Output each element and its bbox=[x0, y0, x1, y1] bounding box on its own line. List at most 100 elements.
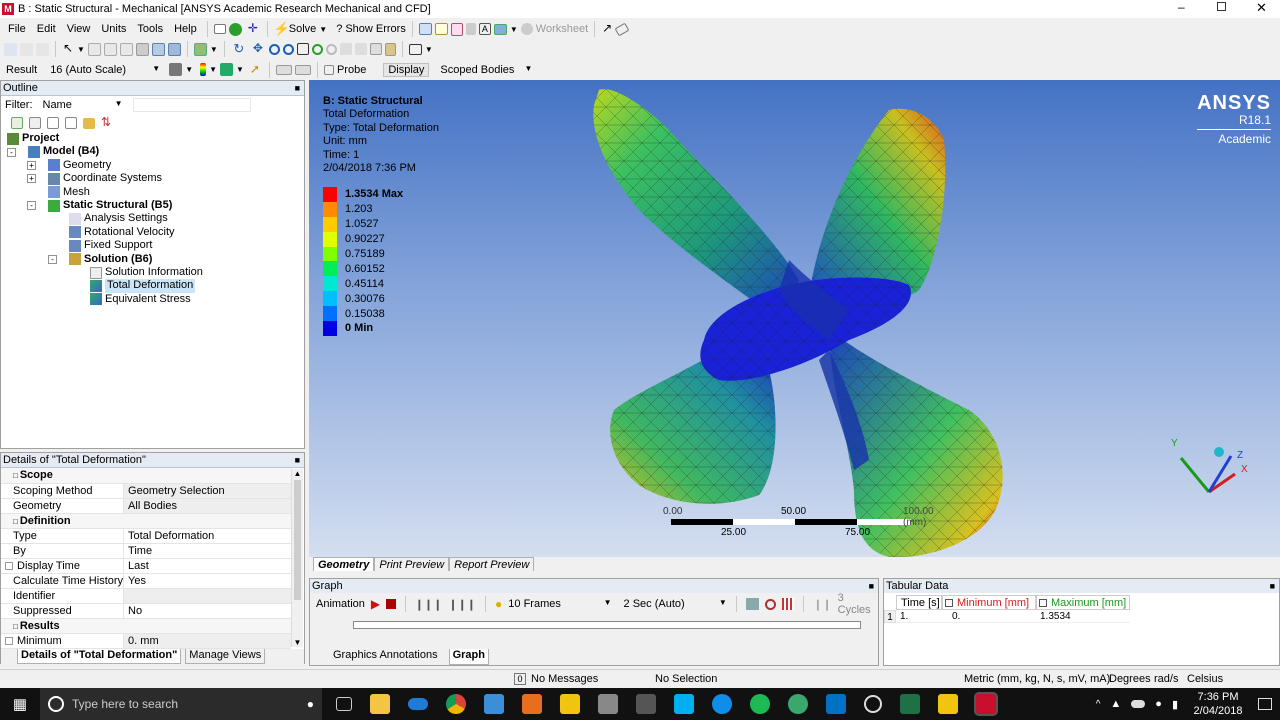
layout-dropdown-icon[interactable]: ▼ bbox=[425, 45, 433, 54]
collapse-icon[interactable]: - bbox=[27, 201, 36, 211]
expand-all-icon[interactable] bbox=[11, 117, 23, 129]
task-view-icon[interactable] bbox=[336, 697, 352, 711]
tab-geometry[interactable]: Geometry bbox=[313, 557, 375, 571]
notifications-icon[interactable] bbox=[1258, 698, 1272, 710]
collapse-icon[interactable]: - bbox=[7, 147, 16, 157]
select-mode-icon[interactable] bbox=[4, 42, 17, 56]
details-row[interactable]: Display Time Last bbox=[1, 558, 291, 574]
move-icon[interactable]: ✛ bbox=[245, 21, 261, 37]
app-blue-icon[interactable] bbox=[484, 694, 504, 714]
vertex-icon[interactable] bbox=[87, 42, 101, 56]
pointer-dropdown-icon[interactable]: ▼ bbox=[77, 45, 85, 54]
tab-print-preview[interactable]: Print Preview bbox=[374, 557, 450, 571]
windows-start-icon[interactable]: ▦ bbox=[0, 695, 40, 713]
flag-icon[interactable] bbox=[465, 23, 476, 35]
expand-icon[interactable]: + bbox=[27, 174, 36, 184]
pointer-icon[interactable]: ↖ bbox=[62, 41, 74, 57]
details-row[interactable]: Suppressed No bbox=[1, 603, 291, 619]
pin-icon[interactable]: ■ bbox=[869, 579, 874, 593]
max-label-icon[interactable] bbox=[275, 64, 292, 75]
details-scrollbar[interactable]: ▲ ▼ bbox=[291, 469, 303, 647]
propeller-model[interactable] bbox=[309, 80, 1280, 557]
folder-icon[interactable] bbox=[83, 117, 95, 129]
tag-icon[interactable] bbox=[614, 22, 630, 36]
zoom-fit-icon[interactable] bbox=[296, 43, 309, 55]
ansys-icon[interactable] bbox=[938, 694, 958, 714]
menu-help[interactable]: Help bbox=[174, 23, 197, 35]
show-errors-button[interactable]: ? Show Errors bbox=[336, 23, 406, 35]
magnifier-icon[interactable] bbox=[311, 43, 323, 55]
tree-item-solution-information[interactable]: Solution Information bbox=[7, 266, 304, 279]
tree-item-solution[interactable]: - Solution (B6) bbox=[7, 253, 304, 266]
animation-timeline[interactable] bbox=[353, 621, 861, 629]
text-icon[interactable]: A bbox=[478, 23, 491, 35]
report-icon[interactable] bbox=[450, 22, 463, 36]
frames-icon[interactable]: ❙❙❙ bbox=[415, 598, 443, 611]
tab-graphics-annotations[interactable]: Graphics Annotations bbox=[330, 649, 441, 665]
filter-input[interactable] bbox=[132, 98, 251, 112]
settings-app-icon[interactable] bbox=[864, 695, 882, 713]
scoped-bodies-select[interactable]: Scoped Bodies ▼ bbox=[440, 64, 532, 76]
min-label-icon[interactable] bbox=[294, 64, 311, 75]
tab-graph[interactable]: Graph bbox=[448, 649, 489, 665]
solve-icon[interactable]: ⚡ bbox=[274, 21, 290, 37]
isometric-icon[interactable] bbox=[354, 43, 367, 55]
menu-edit[interactable]: Edit bbox=[37, 23, 56, 35]
probe-icon[interactable] bbox=[323, 64, 334, 75]
collapse-icon[interactable]: - bbox=[48, 254, 57, 264]
temp-status[interactable]: Celsius bbox=[1187, 673, 1223, 685]
maximize-button[interactable] bbox=[1217, 2, 1226, 11]
tree-item-project[interactable]: Project bbox=[7, 132, 304, 145]
wifi-icon[interactable]: ● bbox=[1155, 698, 1162, 710]
export-video-icon[interactable] bbox=[745, 598, 760, 610]
worksheet-button[interactable]: Worksheet bbox=[536, 23, 588, 35]
music-app-icon[interactable] bbox=[788, 694, 808, 714]
tree-item-fixed-support[interactable]: Fixed Support bbox=[7, 239, 304, 252]
tab-manage-views[interactable]: Manage Views bbox=[185, 649, 266, 664]
zoom-box-icon[interactable] bbox=[282, 43, 294, 55]
spotify-icon[interactable] bbox=[750, 694, 770, 714]
expand-icon[interactable] bbox=[47, 117, 59, 129]
scale-select[interactable]: 16 (Auto Scale) ▼ bbox=[50, 64, 160, 76]
onedrive-tray-icon[interactable] bbox=[1131, 700, 1146, 708]
geometry-display-icon[interactable] bbox=[169, 63, 183, 76]
display-button[interactable]: Display bbox=[383, 62, 430, 77]
edges-dropdown-icon[interactable]: ▼ bbox=[236, 65, 244, 74]
angvel-status[interactable]: rad/s bbox=[1154, 673, 1178, 685]
filter-select[interactable]: Name ▼ bbox=[43, 99, 123, 111]
contours-icon[interactable] bbox=[200, 63, 207, 76]
menu-view[interactable]: View bbox=[67, 23, 91, 35]
extend-icon[interactable] bbox=[193, 42, 207, 56]
contours-dropdown-icon[interactable]: ▼ bbox=[209, 65, 217, 74]
rotate-icon[interactable]: ↻ bbox=[231, 41, 247, 57]
excel-icon[interactable] bbox=[900, 694, 920, 714]
calculator-icon[interactable] bbox=[636, 694, 656, 714]
extend-dropdown-icon[interactable]: ▼ bbox=[210, 45, 218, 54]
expand-plus-icon[interactable] bbox=[65, 117, 77, 129]
collapse-icon[interactable] bbox=[29, 117, 41, 129]
menu-units[interactable]: Units bbox=[101, 23, 126, 35]
microphone-icon[interactable]: ● bbox=[307, 697, 314, 711]
probe-button[interactable]: Probe bbox=[337, 64, 366, 76]
details-row[interactable]: Calculate Time History Yes bbox=[1, 573, 291, 589]
close-button[interactable]: ✕ bbox=[1256, 0, 1267, 16]
check-icon[interactable] bbox=[228, 22, 242, 36]
previous-view-icon[interactable] bbox=[325, 43, 337, 55]
col-maximum[interactable]: Maximum [mm] bbox=[1036, 595, 1130, 610]
details-row[interactable]: Identifier bbox=[1, 588, 291, 604]
maximum-series-checkbox[interactable] bbox=[1039, 599, 1047, 608]
frames-distributed-icon[interactable]: ❙❙❙ bbox=[448, 598, 476, 611]
play-icon[interactable]: ▶ bbox=[371, 597, 380, 611]
viewport-icon[interactable] bbox=[369, 43, 382, 55]
solve-dropdown-icon[interactable]: ▼ bbox=[319, 25, 327, 34]
clock[interactable]: 7:36 PM 2/04/2018 bbox=[1188, 690, 1248, 718]
messages-icon[interactable]: 0 bbox=[514, 673, 526, 685]
teamviewer-icon[interactable] bbox=[712, 694, 732, 714]
body-icon[interactable] bbox=[135, 42, 149, 56]
display-time-checkbox[interactable] bbox=[5, 561, 13, 570]
element-select-icon[interactable] bbox=[167, 42, 181, 56]
tree-item-model[interactable]: - Model (B4) bbox=[7, 145, 304, 159]
chrome-icon[interactable] bbox=[446, 694, 466, 714]
details-row[interactable]: Geometry All Bodies bbox=[1, 498, 291, 514]
vectors-icon[interactable]: ➚ bbox=[247, 62, 263, 78]
